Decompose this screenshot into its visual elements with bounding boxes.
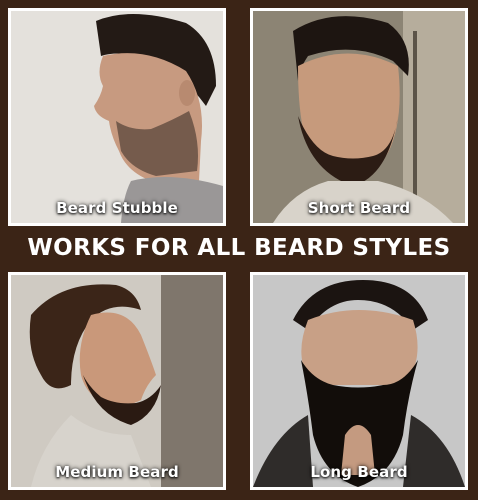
panel-label: Long Beard — [310, 463, 408, 481]
long-beard-photo — [253, 275, 465, 487]
medium-beard-panel: Medium Beard — [8, 272, 226, 490]
panel-label: Beard Stubble — [56, 199, 178, 217]
panel-label: Medium Beard — [55, 463, 179, 481]
beard-styles-graphic: Beard Stubble Short Beard WORKS FOR ALL … — [0, 0, 478, 500]
beard-stubble-photo — [11, 11, 223, 223]
short-beard-panel: Short Beard — [250, 8, 468, 226]
long-beard-panel: Long Beard — [250, 272, 468, 490]
panel-label: Short Beard — [307, 199, 411, 217]
beard-stubble-panel: Beard Stubble — [8, 8, 226, 226]
headline: WORKS FOR ALL BEARD STYLES — [27, 235, 451, 261]
short-beard-photo — [253, 11, 465, 223]
medium-beard-photo — [11, 275, 223, 487]
